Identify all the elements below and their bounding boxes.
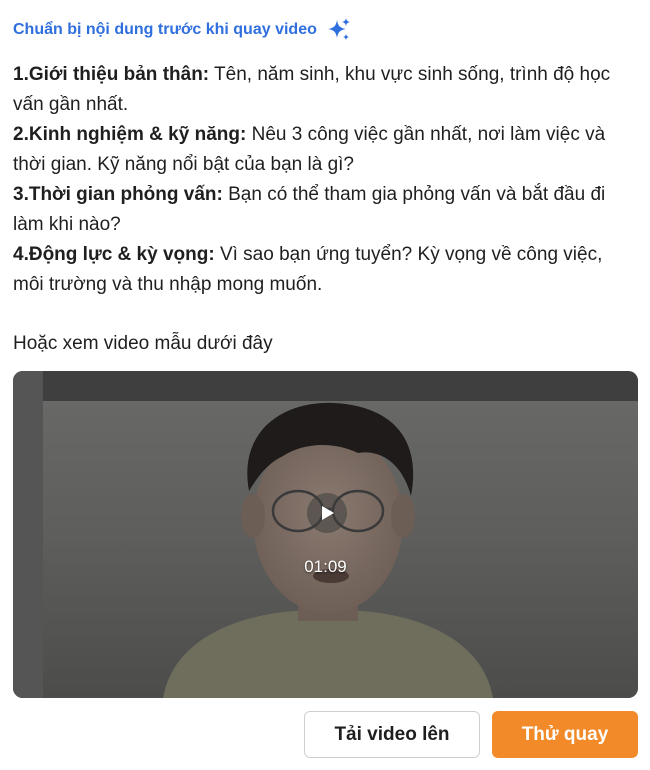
tip-intro: 1.Giới thiệu bản thân: Tên, năm sinh, kh… xyxy=(13,60,633,120)
tip-label: 3.Thời gian phỏng vấn: xyxy=(13,184,223,205)
tip-interview-time: 3.Thời gian phỏng vấn: Bạn có thể tham g… xyxy=(13,180,633,240)
play-icon xyxy=(322,506,334,520)
sample-video-player[interactable]: 01:09 xyxy=(13,371,638,698)
header: Chuẩn bị nội dung trước khi quay video xyxy=(13,16,353,44)
video-duration: 01:09 xyxy=(304,557,347,576)
tips-list: 1.Giới thiệu bản thân: Tên, năm sinh, kh… xyxy=(13,60,633,300)
try-record-button[interactable]: Thử quay xyxy=(492,711,638,758)
action-bar: Tải video lên Thử quay xyxy=(304,711,638,758)
tip-label: 2.Kinh nghiệm & kỹ năng: xyxy=(13,124,247,145)
header-title: Chuẩn bị nội dung trước khi quay video xyxy=(13,21,317,38)
video-prep-panel: Chuẩn bị nội dung trước khi quay video 1… xyxy=(0,0,650,770)
tip-motivation: 4.Động lực & kỳ vọng: Vì sao bạn ứng tuy… xyxy=(13,240,633,300)
video-thumbnail xyxy=(13,371,638,698)
tip-label: 1.Giới thiệu bản thân: xyxy=(13,64,210,85)
sample-video-label: Hoặc xem video mẫu dưới đây xyxy=(13,333,273,354)
upload-video-button[interactable]: Tải video lên xyxy=(304,711,480,758)
tip-label: 4.Động lực & kỳ vọng: xyxy=(13,244,215,265)
tip-experience: 2.Kinh nghiệm & kỹ năng: Nêu 3 công việc… xyxy=(13,120,633,180)
play-button[interactable] xyxy=(307,493,347,533)
sparkle-icon xyxy=(325,16,353,44)
